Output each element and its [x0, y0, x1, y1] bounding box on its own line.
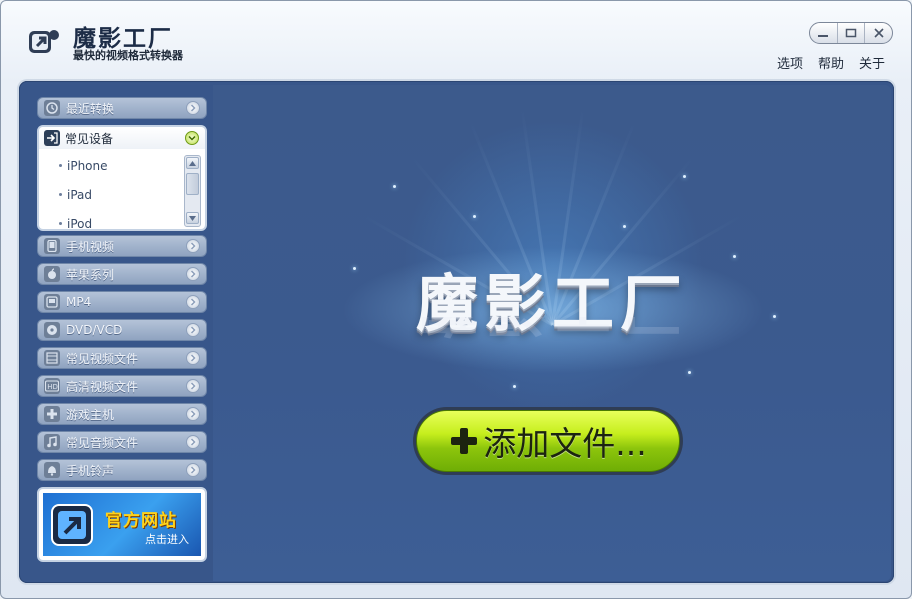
hd-icon: HD: [44, 378, 60, 394]
sidebar-item-label: 游戏主机: [66, 407, 115, 422]
sidebar-item-common-devices[interactable]: 常见设备: [39, 127, 205, 149]
sidebar-item-label: 常见视频文件: [66, 351, 139, 366]
gamepad-icon: [44, 406, 60, 422]
svg-text:HD: HD: [47, 383, 58, 391]
triangle-down-icon: [189, 215, 196, 221]
chevron-right-icon: [186, 239, 200, 253]
main-stage: 魔影工厂 魔影工厂 添加文件...: [213, 85, 891, 581]
minimize-icon: [818, 35, 829, 37]
window-controls: [809, 22, 893, 44]
sidebar-item-label: 高清视频文件: [66, 379, 139, 394]
music-note-icon: [44, 434, 60, 450]
clock-icon: [44, 100, 60, 116]
menu-help[interactable]: 帮助: [818, 53, 844, 72]
chevron-right-icon: [186, 295, 200, 309]
scroll-down-button[interactable]: [186, 212, 199, 224]
maximize-button[interactable]: [838, 23, 866, 43]
device-list-scrollbar[interactable]: [184, 155, 201, 227]
list-item[interactable]: iPad: [39, 180, 183, 209]
sidebar-item-label: 手机铃声: [66, 463, 115, 478]
sidebar-item-dvd-vcd[interactable]: DVD/VCD: [37, 319, 207, 341]
add-file-button[interactable]: 添加文件...: [413, 407, 683, 475]
sidebar-item-mp4[interactable]: MP4: [37, 291, 207, 313]
menu-about[interactable]: 关于: [859, 53, 885, 72]
sidebar-item-common-video[interactable]: 常见视频文件: [37, 347, 207, 369]
sidebar-item-recent[interactable]: 最近转换: [37, 97, 207, 119]
list-item[interactable]: iPod: [39, 209, 183, 231]
chevron-right-icon: [186, 463, 200, 477]
brand-reflection: 魔影工厂: [213, 317, 891, 357]
app-logo-icon: [51, 504, 93, 546]
promo-background: 官方网站 点击进入: [43, 493, 201, 556]
device-list: iPhone iPad iPod: [39, 151, 183, 231]
film-icon: [44, 350, 60, 366]
promo-title: 官方网站: [105, 511, 177, 531]
disc-icon: [44, 322, 60, 338]
sidebar-item-common-audio[interactable]: 常见音频文件: [37, 431, 207, 453]
sidebar-item-ringtone[interactable]: 手机铃声: [37, 459, 207, 481]
sidebar-item-hd-video[interactable]: HD 高清视频文件: [37, 375, 207, 397]
mp4-player-icon: [44, 294, 60, 310]
chevron-down-icon: [185, 131, 199, 145]
device-label: iPhone: [67, 158, 108, 173]
plus-icon: [451, 428, 478, 454]
chevron-right-icon: [186, 351, 200, 365]
add-file-button-face: 添加文件...: [416, 410, 680, 472]
chevron-right-icon: [186, 101, 200, 115]
phone-icon: [44, 238, 60, 254]
scroll-up-button[interactable]: [186, 157, 199, 169]
chevron-right-icon: [186, 379, 200, 393]
triangle-up-icon: [189, 160, 196, 166]
app-window: 魔影工厂 最快的视频格式转换器 选项 帮助 关于 最近转换 常见设备 iPhon…: [0, 0, 912, 599]
close-icon: [874, 28, 884, 38]
common-devices-panel: 常见设备 iPhone iPad iPod: [37, 125, 207, 231]
close-button[interactable]: [865, 23, 892, 43]
scroll-thumb[interactable]: [186, 173, 199, 195]
chevron-right-icon: [186, 435, 200, 449]
sidebar-item-label: 常见设备: [65, 131, 114, 146]
apple-icon: [44, 266, 60, 282]
chevron-right-icon: [186, 323, 200, 337]
official-site-banner[interactable]: 官方网站 点击进入: [37, 487, 207, 562]
sidebar-item-label: 最近转换: [66, 101, 115, 116]
minimize-button[interactable]: [810, 23, 838, 43]
sidebar-item-apple-series[interactable]: 苹果系列: [37, 263, 207, 285]
device-label: iPod: [67, 216, 93, 231]
menu-options[interactable]: 选项: [777, 53, 803, 72]
add-file-label: 添加文件...: [483, 424, 647, 463]
sidebar-item-game-console[interactable]: 游戏主机: [37, 403, 207, 425]
arrow-in-icon: [44, 130, 60, 146]
sidebar-item-label: 常见音频文件: [66, 435, 139, 450]
bell-icon: [44, 462, 60, 478]
sidebar-item-label: 手机视频: [66, 239, 115, 254]
list-item[interactable]: iPhone: [39, 151, 183, 180]
sidebar-item-label: 苹果系列: [66, 267, 115, 282]
app-subtitle: 最快的视频格式转换器: [73, 49, 183, 62]
camera-convert-icon: [27, 27, 61, 59]
menu-bar: 选项 帮助 关于: [777, 53, 900, 72]
device-label: iPad: [67, 187, 93, 202]
title-bar: 魔影工厂 最快的视频格式转换器 选项 帮助 关于: [1, 1, 911, 79]
sidebar-item-phone-video[interactable]: 手机视频: [37, 235, 207, 257]
promo-subtitle: 点击进入: [145, 533, 189, 546]
chevron-right-icon: [186, 267, 200, 281]
sidebar-item-label: MP4: [66, 295, 92, 309]
maximize-icon: [845, 28, 857, 38]
sidebar-item-label: DVD/VCD: [66, 323, 123, 337]
chevron-right-icon: [186, 407, 200, 421]
